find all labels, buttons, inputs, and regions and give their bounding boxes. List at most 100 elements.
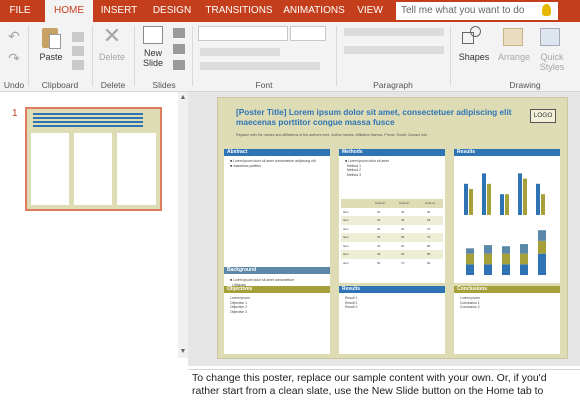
group-drawing-label: Drawing (509, 80, 541, 90)
slide-number: 1 (12, 108, 18, 119)
shapes-icon[interactable] (462, 26, 482, 46)
tab-home[interactable]: HOME (45, 0, 93, 22)
shapes-button[interactable]: Shapes (456, 52, 492, 62)
tab-transitions[interactable]: TRANSITIONS (200, 0, 278, 22)
new-slide-button[interactable]: New Slide (138, 48, 168, 68)
lightbulb-icon (542, 4, 551, 16)
list-buttons-row[interactable] (344, 28, 444, 36)
chart1-bar (505, 194, 509, 215)
chart2-bar (520, 264, 528, 275)
new-slide-icon[interactable] (143, 26, 163, 44)
results-left-heading: Results (339, 286, 445, 293)
group-separator (450, 26, 451, 86)
methods-heading: Methods (339, 149, 445, 156)
quick-styles-icon[interactable] (540, 28, 560, 46)
chart2-bar (484, 245, 492, 254)
results-chart-1 (464, 173, 545, 215)
thumb-column-2 (74, 133, 112, 205)
methods-table: Column Column Column Item 20 40 60 Item 25 45 65… (341, 199, 443, 267)
abstract-text: ■ Lorem ipsum dolor sit amet consectetue… (230, 159, 316, 168)
delete-icon[interactable]: ✕ (100, 24, 124, 48)
tab-insert[interactable]: INSERT (95, 0, 143, 22)
abstract-panel[interactable]: Abstract ■ Lorem ipsum dolor sit amet co… (224, 149, 330, 279)
objectives-text: Lorem ipsum Objective 1 Objective 2 Objecti… (230, 296, 250, 314)
results-left-panel[interactable]: Results Result 1 Result 2 Result 3 (339, 286, 445, 354)
chart2-bar (466, 264, 474, 275)
results-chart-2 (466, 230, 546, 275)
chart1-bar (464, 183, 468, 215)
font-family-dropdown[interactable] (198, 26, 288, 41)
cut-icon[interactable] (72, 32, 84, 42)
delete-button[interactable]: Delete (95, 52, 129, 62)
group-separator (92, 26, 93, 86)
vertical-scrollbar[interactable]: ▲ ▼ (178, 92, 188, 358)
group-undo-label: Undo (3, 80, 25, 90)
scroll-down-arrow[interactable]: ▼ (179, 348, 187, 356)
chart1-bar (487, 183, 491, 215)
group-slides-label: Slides (152, 80, 176, 90)
paste-button[interactable] (38, 26, 64, 50)
font-size-dropdown[interactable] (290, 26, 326, 41)
conclusions-heading: Conclusions (454, 286, 560, 293)
chart2-bar (466, 248, 474, 254)
tell-me-input[interactable]: Tell me what you want to do (396, 2, 558, 20)
redo-icon[interactable]: ↷ (6, 50, 22, 67)
tab-design[interactable]: DESIGN (147, 0, 197, 22)
logo-placeholder[interactable]: LOGO (530, 109, 556, 123)
group-paragraph-label: Paragraph (373, 80, 413, 90)
copy-icon[interactable] (72, 46, 84, 56)
tab-animations[interactable]: ANIMATIONS (281, 0, 347, 22)
abstract-heading: Abstract (224, 149, 330, 156)
poster-title[interactable]: [Poster Title] Lorem ipsum dolor sit ame… (236, 107, 516, 127)
chart1-bar (523, 178, 527, 215)
chart1-bar (482, 173, 486, 215)
conclusions-text: Lorem ipsum Conclusion 1 Conclusion 2 (460, 296, 480, 310)
chart2-bar (502, 264, 510, 275)
font-style-row[interactable] (200, 48, 280, 56)
chart1-bar (536, 183, 540, 215)
conclusions-panel[interactable]: Conclusions Lorem ipsum Conclusion 1 Concl… (454, 286, 560, 354)
format-painter-icon[interactable] (72, 60, 84, 70)
tab-file[interactable]: FILE (0, 0, 40, 22)
chart1-bar (469, 189, 473, 215)
quick-styles-label-2: Styles (539, 62, 565, 72)
chart2-bar (484, 253, 492, 265)
reset-icon[interactable] (173, 44, 185, 54)
undo-icon[interactable]: ↶ (6, 28, 22, 45)
chart2-bar (502, 253, 510, 265)
objectives-heading: Objectives (224, 286, 330, 293)
group-separator (134, 26, 135, 86)
methods-text: ■ Lorem ipsum dolor sit amet Method 1 Me… (345, 159, 389, 177)
slide-notes[interactable]: To change this poster, replace our sampl… (188, 369, 580, 400)
ribbon: ↶ ↷ Undo Paste Clipboard ✕ Delete Delete… (0, 22, 580, 92)
group-delete-label: Delete (100, 80, 126, 90)
chart2-bar (484, 264, 492, 275)
chart1-bar (518, 173, 522, 215)
group-separator (28, 26, 29, 86)
new-slide-label-2: Slide (142, 58, 163, 68)
poster-slide[interactable]: [Poster Title] Lorem ipsum dolor sit ame… (217, 97, 568, 359)
align-buttons-row[interactable] (344, 46, 444, 54)
chart2-bar (502, 246, 510, 254)
methods-panel[interactable]: Methods ■ Lorem ipsum dolor sit amet Met… (339, 149, 445, 283)
arrange-button[interactable]: Arrange (496, 52, 532, 62)
arrange-icon[interactable] (503, 28, 523, 46)
results-panel[interactable]: Results (454, 149, 560, 283)
font-effects-row[interactable] (200, 62, 320, 70)
objectives-panel[interactable]: Objectives Lorem ipsum Objective 1 Objecti… (224, 286, 330, 354)
chart2-bar (466, 253, 474, 265)
chart1-bar (500, 194, 504, 215)
poster-authors[interactable]: Replace with the names and affiliations … (236, 133, 566, 137)
group-separator (336, 26, 337, 86)
scroll-up-arrow[interactable]: ▲ (179, 94, 187, 102)
slide-thumbnail[interactable] (25, 107, 162, 211)
section-icon[interactable] (173, 60, 185, 70)
quick-styles-button[interactable]: Quick Styles (534, 52, 570, 72)
chart2-bar (538, 240, 546, 254)
chart2-bar (538, 230, 546, 241)
group-clipboard-label: Clipboard (41, 80, 79, 90)
results-left-text: Result 1 Result 2 Result 3 (345, 296, 358, 310)
tab-view[interactable]: VIEW (350, 0, 390, 22)
layout-icon[interactable] (173, 28, 185, 38)
paste-label[interactable]: Paste (34, 52, 68, 62)
